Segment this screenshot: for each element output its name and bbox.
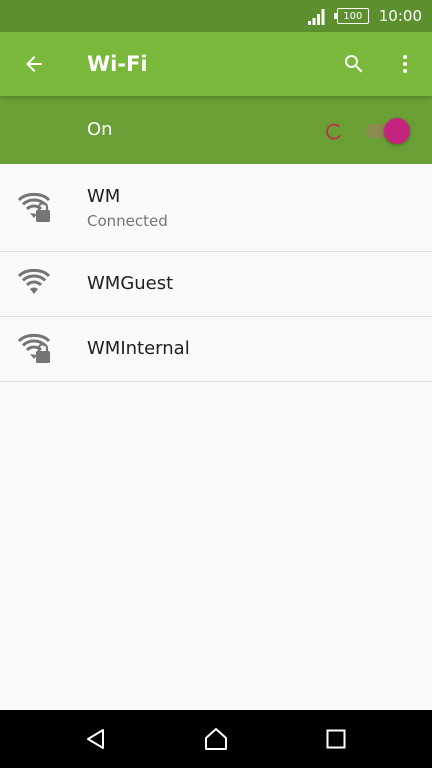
nav-recents-button[interactable] (316, 719, 356, 759)
network-row-wminternal[interactable]: WMInternal (0, 317, 432, 382)
network-name: WMInternal (87, 338, 190, 359)
network-name: WMGuest (87, 273, 174, 294)
status-right-cluster: 100 10:00 (307, 0, 422, 32)
wifi-toggle-switch[interactable] (366, 118, 410, 144)
back-button[interactable] (14, 44, 54, 84)
more-vert-icon (403, 55, 407, 73)
wifi-locked-icon (17, 333, 51, 363)
battery-level: 100 (343, 10, 363, 22)
navigation-bar (0, 710, 432, 768)
network-name: WM (87, 186, 121, 207)
toggle-thumb (384, 118, 410, 144)
clock: 10:00 (378, 7, 422, 25)
signal-icon (307, 9, 325, 25)
nav-back-button[interactable] (76, 719, 116, 759)
battery-indicator: 100 (333, 8, 369, 24)
more-options-button[interactable] (385, 44, 425, 84)
search-icon (345, 55, 363, 73)
network-status: Connected (87, 212, 168, 230)
nav-recents-icon (326, 729, 346, 749)
wifi-settings-screen: 100 10:00 Wi-Fi On WM Connected WMGuest … (0, 0, 432, 768)
wifi-open-icon (17, 268, 51, 294)
nav-home-button[interactable] (196, 719, 236, 759)
page-title: Wi-Fi (87, 52, 148, 76)
wifi-switch-label: On (87, 119, 113, 140)
search-button[interactable] (334, 44, 374, 84)
arrow-back-icon (26, 56, 42, 72)
network-list: WM Connected WMGuest WMInternal (0, 164, 432, 382)
network-row-wm[interactable]: WM Connected (0, 164, 432, 252)
network-row-wmguest[interactable]: WMGuest (0, 252, 432, 317)
status-bar: 100 10:00 (0, 0, 432, 32)
app-bar: Wi-Fi (0, 32, 432, 96)
nav-back-icon (87, 729, 104, 749)
nav-home-icon (205, 728, 227, 750)
scanning-spinner-icon (326, 123, 341, 140)
wifi-locked-icon (17, 192, 51, 222)
